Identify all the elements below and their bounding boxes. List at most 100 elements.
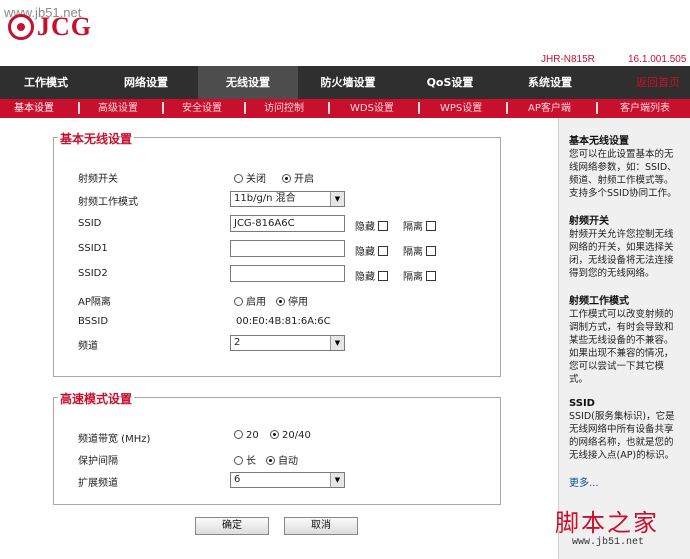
chevron-down-icon[interactable]: ▼ <box>330 192 344 206</box>
help-title: 基本无线设置 <box>569 136 629 147</box>
ext-channel-select[interactable]: 6 ▼ <box>230 472 345 488</box>
ok-button[interactable]: 确定 <box>195 517 269 535</box>
ssid-label: SSID <box>78 218 102 229</box>
option-label: 隔离 <box>403 222 423 233</box>
ssid1-isolate[interactable]: 隔离 <box>403 243 437 258</box>
guard-label: 保护间隔 <box>78 456 118 467</box>
help-sidebar: 基本无线设置 您可以在此设置基本的无线网络参数，如：SSID、频道、射频工作模式… <box>558 118 690 559</box>
divider <box>596 102 598 114</box>
help-text: 射频开关允许您控制无线网络的开关，如果选择关闭，无线设备将无法连接得到您的无线网… <box>569 229 674 279</box>
checkbox[interactable] <box>378 221 389 231</box>
divider <box>328 102 330 114</box>
select-value: 6 <box>234 474 241 485</box>
section-title: 高速模式设置 <box>58 390 135 407</box>
nav-work-mode[interactable]: 工作模式 <box>0 66 92 99</box>
nav-wireless[interactable]: 无线设置 <box>198 66 298 99</box>
bandwidth-label: 频道带宽 (MHz) <box>78 434 151 445</box>
option-label: 开启 <box>294 174 314 185</box>
main-nav: 工作模式 网络设置 无线设置 防火墙设置 QoS设置 系统设置 返回首页 <box>0 66 690 99</box>
bandwidth-20[interactable]: 20 <box>234 430 259 441</box>
divider <box>78 102 80 114</box>
option-label: 长 <box>246 456 256 467</box>
nav-qos[interactable]: QoS设置 <box>404 66 496 99</box>
cancel-button[interactable]: 取消 <box>284 517 358 535</box>
tab-basic[interactable]: 基本设置 <box>14 99 54 118</box>
bssid-label: BSSID <box>78 316 109 327</box>
tab-access-control[interactable]: 访问控制 <box>264 99 304 118</box>
tab-ap-client[interactable]: AP客户端 <box>528 99 571 118</box>
radio-icon[interactable] <box>234 430 243 439</box>
divider <box>418 102 420 114</box>
ssid2-hide[interactable]: 隐藏 <box>355 268 389 283</box>
ext-channel-label: 扩展频道 <box>78 478 118 489</box>
sub-nav: 基本设置 高级设置 安全设置 访问控制 WDS设置 WPS设置 AP客户端 客户… <box>0 99 690 118</box>
radio-mode-select[interactable]: 11b/g/n 混合 ▼ <box>230 191 345 207</box>
channel-select[interactable]: 2 ▼ <box>230 335 345 351</box>
option-label: 关闭 <box>246 174 266 185</box>
guard-long[interactable]: 长 <box>234 452 256 467</box>
ap-isolation-enable[interactable]: 启用 <box>234 293 266 308</box>
divider <box>244 102 246 114</box>
radio-switch-off[interactable]: 关闭 <box>234 170 266 185</box>
firmware-version: 16.1.001.505 <box>628 54 687 65</box>
checkbox[interactable] <box>378 271 389 281</box>
section-title: 基本无线设置 <box>58 130 135 147</box>
radio-icon[interactable] <box>234 297 243 306</box>
logo-text: JCG <box>37 12 92 41</box>
option-label: 停用 <box>288 297 308 308</box>
option-label: 自动 <box>278 456 298 467</box>
help-text: 您可以在此设置基本的无线网络参数，如：SSID、频道、射频工作模式等。支持多个S… <box>569 149 677 199</box>
model-name: JHR-N815R <box>541 54 595 65</box>
corner-watermark-logo: 脚本之家 <box>555 509 659 537</box>
ssid1-input[interactable] <box>230 240 345 257</box>
nav-system[interactable]: 系统设置 <box>504 66 596 99</box>
ssid1-label: SSID1 <box>78 243 108 254</box>
ap-isolation-disable[interactable]: 停用 <box>276 293 308 308</box>
chevron-down-icon[interactable]: ▼ <box>330 336 344 350</box>
radio-icon[interactable] <box>270 430 279 439</box>
corner-watermark-url: www.jb51.net <box>572 537 645 548</box>
radio-icon[interactable] <box>266 456 275 465</box>
tab-advanced[interactable]: 高级设置 <box>98 99 138 118</box>
option-label: 20 <box>246 430 259 441</box>
radio-mode-label: 射频工作模式 <box>78 197 138 208</box>
option-label: 隐藏 <box>355 272 375 283</box>
ssid-input[interactable]: JCG-816A6C <box>230 215 345 232</box>
radio-switch-label: 射频开关 <box>78 174 118 185</box>
radio-switch-on[interactable]: 开启 <box>282 170 314 185</box>
ssid2-isolate[interactable]: 隔离 <box>403 268 437 283</box>
checkbox[interactable] <box>426 221 437 231</box>
radio-icon[interactable] <box>282 174 291 183</box>
select-value: 2 <box>234 337 241 348</box>
tab-client-list[interactable]: 客户端列表 <box>620 99 670 118</box>
high-speed-section: 高速模式设置 <box>53 390 501 505</box>
ssid1-hide[interactable]: 隐藏 <box>355 243 389 258</box>
checkbox[interactable] <box>426 271 437 281</box>
checkbox[interactable] <box>426 246 437 256</box>
option-label: 隔离 <box>403 247 423 258</box>
tab-wds[interactable]: WDS设置 <box>350 99 394 118</box>
radio-icon[interactable] <box>234 456 243 465</box>
help-more-link[interactable]: 更多... <box>569 474 682 489</box>
nav-firewall[interactable]: 防火墙设置 <box>302 66 394 99</box>
tab-wps[interactable]: WPS设置 <box>440 99 482 118</box>
help-title: 射频工作模式 <box>569 296 629 307</box>
ssid-hide[interactable]: 隐藏 <box>355 218 389 233</box>
checkbox[interactable] <box>378 246 389 256</box>
help-text: SSID(服务集标识)，它是无线网络中所有设备共享的网络名称，也就是您的无线接入… <box>569 411 675 461</box>
option-label: 隐藏 <box>355 222 375 233</box>
ssid2-input[interactable] <box>230 265 345 282</box>
radio-icon[interactable] <box>234 174 243 183</box>
help-title: SSID <box>569 398 595 409</box>
nav-home[interactable]: 返回首页 <box>626 66 690 99</box>
tab-security[interactable]: 安全设置 <box>182 99 222 118</box>
chevron-down-icon[interactable]: ▼ <box>330 473 344 487</box>
ssid-isolate[interactable]: 隔离 <box>403 218 437 233</box>
radio-icon[interactable] <box>276 297 285 306</box>
ap-isolation-label: AP隔离 <box>78 297 111 308</box>
guard-auto[interactable]: 自动 <box>266 452 298 467</box>
option-label: 隔离 <box>403 272 423 283</box>
nav-network[interactable]: 网络设置 <box>100 66 192 99</box>
channel-label: 频道 <box>78 341 98 352</box>
bandwidth-2040[interactable]: 20/40 <box>270 430 311 441</box>
